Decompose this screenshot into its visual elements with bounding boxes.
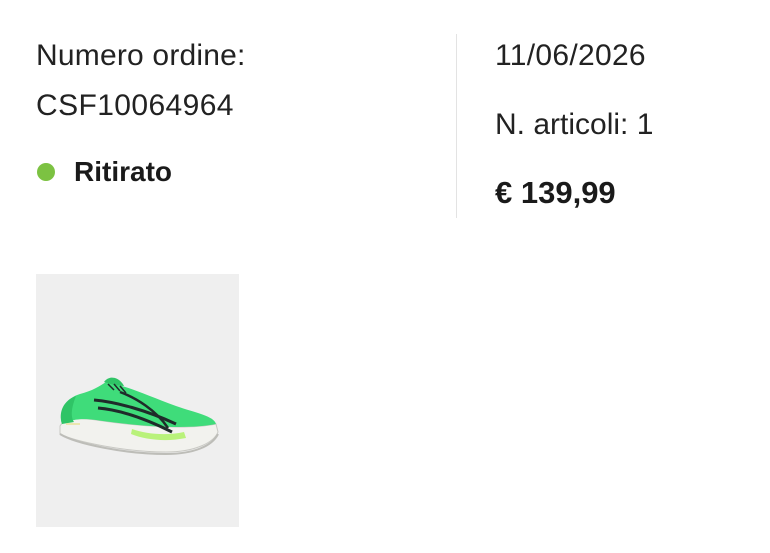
running-shoe-image: [59, 377, 219, 456]
product-thumbnail[interactable]: [36, 274, 239, 527]
order-number-label: Numero ordine:: [36, 39, 246, 72]
status-dot-icon: [37, 163, 55, 181]
status-label: Ritirato: [74, 156, 172, 187]
order-total: € 139,99: [495, 175, 616, 210]
order-number: CSF10064964: [36, 89, 234, 122]
order-card[interactable]: Numero ordine: CSF10064964 Ritirato 11/0…: [0, 0, 770, 553]
column-divider: [456, 34, 457, 218]
order-date: 11/06/2026: [495, 39, 646, 72]
items-count: N. articoli: 1: [495, 108, 654, 141]
order-summary-left: Numero ordine: CSF10064964 Ritirato: [36, 36, 246, 188]
order-status: Ritirato: [36, 156, 246, 188]
order-summary-right: 11/06/2026 N. articoli: 1 € 139,99: [495, 36, 653, 213]
